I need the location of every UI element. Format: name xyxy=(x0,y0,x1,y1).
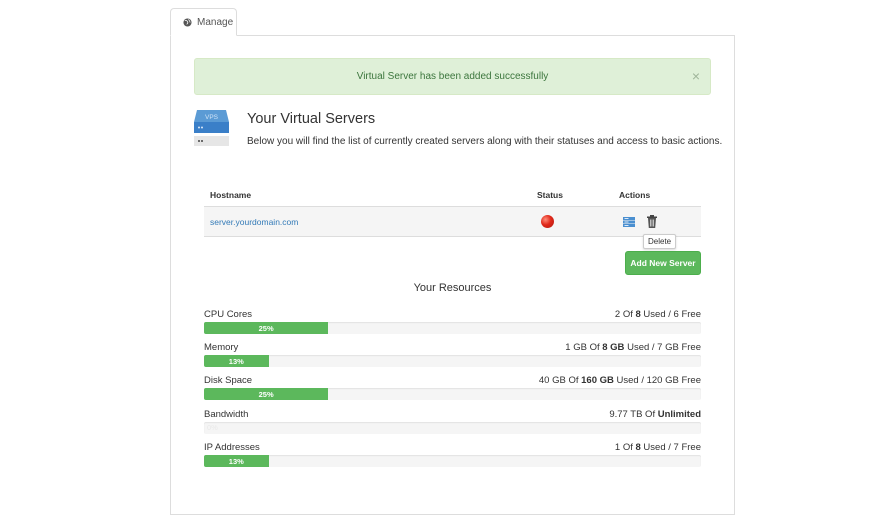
resource-label: CPU Cores xyxy=(204,309,253,320)
close-icon[interactable]: × xyxy=(692,69,700,83)
resource-disk-space: Disk Space 40 GB Of 160 GB Used / 120 GB… xyxy=(204,374,701,400)
add-new-server-button[interactable]: Add New Server xyxy=(625,251,701,275)
resource-ip-addresses: IP Addresses 1 Of 8 Used / 7 Free 13% xyxy=(204,441,701,467)
success-alert: Virtual Server has been added successful… xyxy=(194,58,711,95)
page-subtitle: Below you will find the list of currentl… xyxy=(247,136,723,147)
alert-message: Virtual Server has been added successful… xyxy=(356,71,549,82)
resource-memory: Memory 1 GB Of 8 GB Used / 7 GB Free 13% xyxy=(204,341,701,367)
delete-icon[interactable] xyxy=(647,215,658,228)
progress-bar: 0% xyxy=(204,422,701,434)
vps-server-icon: VPS xyxy=(194,110,229,146)
servers-table: Hostname Status Actions server.yourdomai… xyxy=(204,184,701,237)
column-header-actions: Actions xyxy=(613,184,701,207)
resource-cpu-cores: CPU Cores 2 Of 8 Used / 6 Free 25% xyxy=(204,308,701,334)
page-title: Your Virtual Servers xyxy=(247,111,376,127)
resource-usage: 1 GB Of 8 GB Used / 7 GB Free xyxy=(565,342,701,353)
resource-bandwidth: Bandwidth 9.77 TB Of Unlimited 0% xyxy=(204,408,701,434)
resource-label: Memory xyxy=(204,342,239,353)
resource-label: Disk Space xyxy=(204,375,253,386)
progress-bar: 13% xyxy=(204,355,701,367)
resources-title: Your Resources xyxy=(413,282,492,294)
resource-label: IP Addresses xyxy=(204,442,260,453)
progress-fill: 13% xyxy=(204,455,269,467)
column-header-hostname: Hostname xyxy=(204,184,531,207)
progress-bar: 25% xyxy=(204,322,701,334)
tab-label: Manage xyxy=(197,16,234,28)
globe-icon xyxy=(183,17,192,27)
resource-usage: 9.77 TB Of Unlimited xyxy=(609,409,701,420)
hostname-link[interactable]: server.yourdomain.com xyxy=(210,217,298,227)
column-header-status: Status xyxy=(531,184,613,207)
progress-fill: 25% xyxy=(204,388,329,400)
resource-label: Bandwidth xyxy=(204,409,249,420)
progress-zero-label: 0% xyxy=(207,423,218,432)
vps-icon-label: VPS xyxy=(205,114,219,121)
resource-usage: 1 Of 8 Used / 7 Free xyxy=(614,442,701,453)
delete-tooltip: Delete xyxy=(643,234,677,249)
status-stopped-icon xyxy=(541,215,554,228)
resource-usage: 2 Of 8 Used / 6 Free xyxy=(614,309,701,320)
progress-bar: 25% xyxy=(204,388,701,400)
progress-bar: 13% xyxy=(204,455,701,467)
progress-fill: 25% xyxy=(204,322,329,334)
resource-usage: 40 GB Of 160 GB Used / 120 GB Free xyxy=(538,375,701,386)
manage-icon[interactable] xyxy=(623,216,635,227)
progress-fill: 13% xyxy=(204,355,269,367)
tab-manage[interactable]: Manage xyxy=(170,8,237,36)
table-row: server.yourdomain.com xyxy=(204,206,701,237)
